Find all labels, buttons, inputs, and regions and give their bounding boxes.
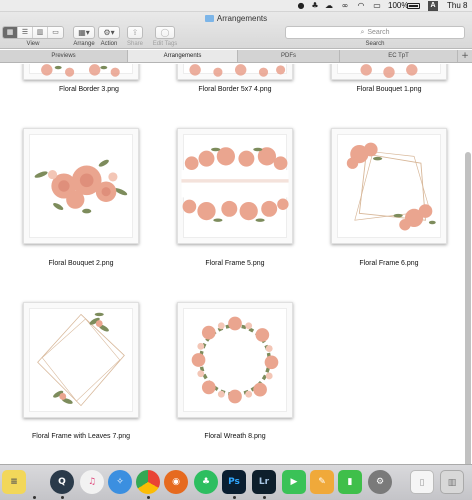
file-name[interactable]: Floral Frame 6.png bbox=[314, 260, 464, 267]
airplay-icon[interactable]: ▭ bbox=[372, 1, 382, 11]
pages-icon[interactable]: ✎ bbox=[310, 470, 334, 494]
floral-frame-image bbox=[181, 147, 289, 222]
vertical-scrollbar[interactable] bbox=[465, 152, 471, 464]
share-button[interactable]: ⇪ bbox=[127, 26, 143, 39]
floral-bouquet-image bbox=[34, 159, 128, 214]
thumbnail-floral-border-3[interactable] bbox=[23, 64, 139, 80]
thumbnail-floral-border-5x7-4[interactable] bbox=[177, 64, 293, 80]
thumbnail-floral-wreath-8[interactable] bbox=[177, 302, 293, 418]
tag-icon: ◯ bbox=[160, 28, 170, 37]
file-name[interactable]: Floral Border 5x7 4.png bbox=[160, 86, 310, 93]
list-view-icon[interactable]: ☰ bbox=[18, 27, 33, 38]
wifi-icon[interactable]: ◠ bbox=[356, 1, 366, 11]
window-title-text: Arrangements bbox=[216, 14, 268, 23]
folder-icon bbox=[204, 15, 214, 22]
action-label: Action bbox=[100, 41, 118, 47]
system-preferences-icon[interactable]: ⚙ bbox=[368, 470, 392, 494]
tab-previews[interactable]: Previews bbox=[0, 50, 128, 62]
tab-bar: Previews Arrangements PDFs EC TpT + bbox=[0, 50, 472, 63]
thumbnail-floral-frame-6[interactable] bbox=[331, 128, 447, 244]
column-view-icon[interactable]: ▥ bbox=[33, 27, 48, 38]
arrange-button[interactable]: ▦▾ bbox=[73, 26, 95, 39]
search-icon: ⌕ bbox=[360, 28, 365, 36]
thumbnail-floral-frame-5[interactable] bbox=[177, 128, 293, 244]
photoshop-icon[interactable]: Ps bbox=[222, 470, 246, 494]
file-name[interactable]: Floral Wreath 8.png bbox=[160, 433, 310, 440]
notes-icon[interactable]: ≡ bbox=[2, 470, 26, 494]
gear-icon: ⚙▾ bbox=[103, 28, 115, 37]
cloud-icon[interactable]: ☁ bbox=[324, 1, 334, 11]
running-indicator bbox=[147, 496, 150, 499]
running-indicator bbox=[33, 496, 36, 499]
document-icon[interactable]: ▯ bbox=[410, 470, 434, 494]
file-name[interactable]: Floral Frame with Leaves 7.png bbox=[6, 433, 156, 440]
facetime-icon[interactable]: ▶ bbox=[282, 470, 306, 494]
tab-ec-tpt[interactable]: EC TpT bbox=[340, 50, 458, 62]
creative-cloud-icon[interactable]: ∞ bbox=[340, 1, 350, 11]
add-tab-icon[interactable]: + bbox=[458, 50, 472, 62]
file-name[interactable]: Floral Bouquet 2.png bbox=[6, 260, 156, 267]
thumbnail-floral-frame-with-leaves-7[interactable] bbox=[23, 302, 139, 418]
user-avatar[interactable]: A bbox=[428, 1, 438, 11]
floral-frame-image bbox=[37, 312, 125, 407]
chrome-icon[interactable] bbox=[136, 470, 160, 494]
file-name[interactable]: Floral Bouquet 1.png bbox=[314, 86, 464, 93]
arrange-icon: ▦▾ bbox=[78, 28, 90, 37]
search-input[interactable]: ⌕ Search bbox=[285, 26, 465, 39]
floral-border-image bbox=[189, 64, 286, 77]
view-mode-control[interactable]: ▦ ☰ ▥ ▭ bbox=[2, 26, 64, 39]
thumbnail-floral-bouquet-1[interactable] bbox=[331, 64, 447, 80]
floral-border-image bbox=[41, 64, 120, 77]
floral-bouquet-image bbox=[360, 64, 418, 78]
lightroom-icon[interactable]: Lr bbox=[252, 470, 276, 494]
floral-wreath-image bbox=[191, 316, 279, 404]
floral-frame-image bbox=[346, 142, 436, 231]
tab-pdfs[interactable]: PDFs bbox=[238, 50, 340, 62]
trash-icon[interactable]: ▥ bbox=[440, 470, 464, 494]
running-indicator bbox=[233, 496, 236, 499]
numbers-icon[interactable]: ▮ bbox=[338, 470, 362, 494]
tab-arrangements[interactable]: Arrangements bbox=[128, 50, 238, 62]
menu-bar: ● ♣ ☁ ∞ ◠ ▭ 100% A Thu 8 bbox=[0, 0, 472, 12]
itunes-icon[interactable]: ♫ bbox=[80, 470, 104, 494]
record-icon[interactable]: ● bbox=[296, 1, 306, 11]
evernote-menu-icon[interactable]: ♣ bbox=[310, 1, 320, 11]
share-label: Share bbox=[126, 41, 143, 47]
running-indicator bbox=[263, 496, 266, 499]
dock: ≡ Q ♫ ✧ ◉ ♣ Ps Lr ▶ ✎ ▮ ⚙ ▯ ▥ bbox=[0, 464, 472, 500]
edit-tags-label: Edit Tags bbox=[152, 41, 178, 47]
view-label: View bbox=[26, 41, 40, 47]
edit-tags-button[interactable]: ◯ bbox=[155, 26, 175, 39]
safari-icon[interactable]: ✧ bbox=[108, 470, 132, 494]
evernote-icon[interactable]: ♣ bbox=[194, 470, 218, 494]
window-title: Arrangements bbox=[0, 14, 472, 23]
firefox-icon[interactable]: ◉ bbox=[164, 470, 188, 494]
file-grid: Floral Border 3.png Floral Border 5x7 4.… bbox=[0, 64, 472, 464]
running-indicator bbox=[61, 496, 64, 499]
cover-flow-icon[interactable]: ▭ bbox=[48, 27, 63, 38]
quicktime-icon[interactable]: Q bbox=[50, 470, 74, 494]
search-placeholder: Search bbox=[367, 29, 390, 36]
file-name[interactable]: Floral Border 3.png bbox=[14, 86, 164, 93]
search-label: Search bbox=[365, 41, 385, 47]
thumbnail-floral-bouquet-2[interactable] bbox=[23, 128, 139, 244]
battery-percent: 100% bbox=[388, 1, 409, 10]
menu-clock[interactable]: Thu 8 bbox=[447, 1, 467, 11]
icon-view-icon[interactable]: ▦ bbox=[3, 27, 18, 38]
share-icon: ⇪ bbox=[131, 28, 139, 37]
action-button[interactable]: ⚙▾ bbox=[98, 26, 120, 39]
file-name[interactable]: Floral Frame 5.png bbox=[160, 260, 310, 267]
finder-toolbar: Arrangements ▦ ☰ ▥ ▭ View ▦▾ Arrange ⚙▾ … bbox=[0, 12, 472, 49]
battery-icon[interactable] bbox=[407, 3, 420, 9]
